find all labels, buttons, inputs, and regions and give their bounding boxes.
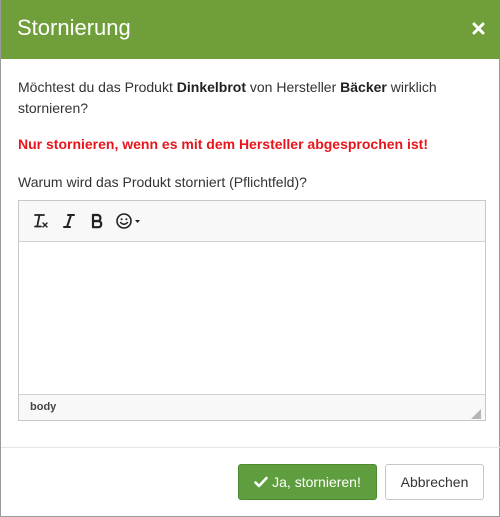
confirm-button-label: Ja, stornieren!: [272, 474, 361, 490]
reason-label: Warum wird das Produkt storniert (Pflich…: [18, 174, 307, 190]
element-path[interactable]: body: [30, 401, 56, 413]
emoticon-icon[interactable]: [113, 209, 147, 233]
editor-text-area[interactable]: [19, 243, 485, 395]
message-middle: von Hersteller: [246, 79, 341, 95]
confirm-cancel-button[interactable]: Ja, stornieren!: [238, 464, 377, 500]
footer-divider: [1, 447, 500, 448]
confirmation-message: Möchtest du das Produkt Dinkelbrot von H…: [18, 77, 478, 119]
manufacturer-name: Bäcker: [340, 79, 387, 95]
italic-icon[interactable]: [57, 209, 81, 233]
abort-button[interactable]: Abbrechen: [385, 464, 484, 500]
resize-handle-icon[interactable]: [471, 406, 481, 419]
abort-button-label: Abbrechen: [400, 474, 469, 490]
check-icon: [254, 476, 268, 488]
dialog-header: Stornierung: [1, 0, 500, 59]
bold-icon[interactable]: [85, 209, 109, 233]
editor-statusbar: body: [19, 394, 485, 420]
dialog-title: Stornierung: [17, 15, 131, 40]
close-icon[interactable]: [469, 19, 487, 37]
editor-toolbar: [19, 201, 485, 242]
clear-formatting-icon[interactable]: [29, 209, 53, 233]
cancel-dialog: Stornierung Möchtest du das Produkt Dink…: [0, 0, 500, 517]
warning-text: Nur stornieren, wenn es mit dem Herstell…: [18, 136, 428, 152]
reason-editor: body: [18, 200, 486, 421]
product-name: Dinkelbrot: [176, 79, 246, 95]
message-prefix: Möchtest du das Produkt: [18, 79, 177, 95]
